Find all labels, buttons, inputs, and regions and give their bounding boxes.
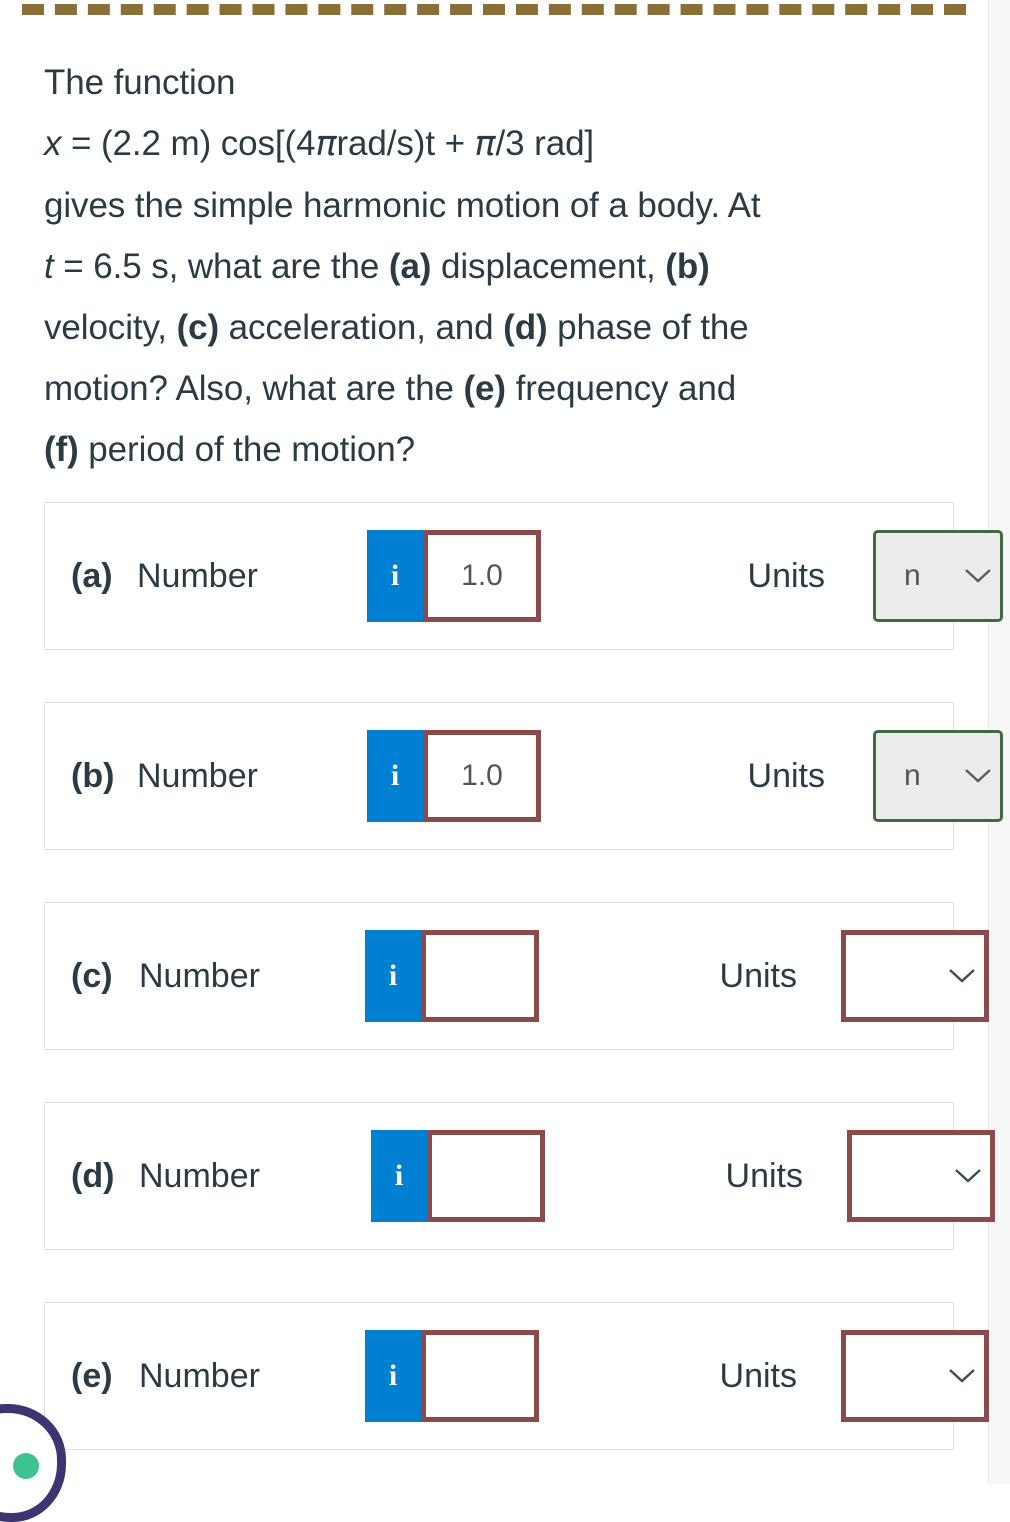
- units-select-b[interactable]: n: [873, 730, 1003, 822]
- answer-row-c: (c) Number i Units: [44, 902, 989, 1050]
- answer-row-a: (a) Number i Units n: [44, 502, 1003, 650]
- prompt-line-2-part-a: = (2.2 m) cos[(4: [61, 124, 316, 163]
- number-input-c[interactable]: [421, 930, 539, 1022]
- label-ref-f: (f): [44, 430, 79, 469]
- prompt-line-6: motion? Also, what are the (e) frequency…: [44, 358, 948, 419]
- label-ref-e: (e): [463, 369, 507, 408]
- number-label-e: Number: [139, 1356, 260, 1395]
- label-ref-b: (b): [665, 247, 710, 286]
- label-ref-a: (a): [388, 247, 432, 286]
- units-select-c[interactable]: [841, 930, 989, 1022]
- var-t: t: [44, 247, 54, 286]
- part-label-b: (b): [71, 756, 115, 795]
- part-label-d: (d): [71, 1156, 115, 1195]
- chevron-down-icon: [940, 967, 984, 985]
- units-label-a: Units: [747, 556, 825, 595]
- info-icon-c[interactable]: i: [365, 930, 421, 1022]
- answer-row-d: (d) Number i Units: [44, 1102, 995, 1250]
- entry-group-a: i: [367, 530, 541, 622]
- part-label-c: (c): [71, 956, 113, 995]
- prompt-line-6-part-a: motion? Also, what are the: [44, 369, 464, 408]
- info-icon-d[interactable]: i: [371, 1130, 427, 1222]
- chevron-down-icon: [946, 1167, 990, 1185]
- info-icon-a[interactable]: i: [367, 530, 423, 622]
- prompt-line-5-part-c: phase of the: [547, 308, 749, 347]
- chevron-down-icon: [940, 1367, 984, 1385]
- prompt-line-4: t = 6.5 s, what are the (a) displacement…: [44, 236, 948, 297]
- entry-group-d: i: [371, 1130, 545, 1222]
- prompt-line-2-part-b: rad/s)t +: [336, 124, 475, 163]
- prompt-line-4-part-a: = 6.5 s, what are the: [53, 247, 389, 286]
- var-x: x: [44, 124, 62, 163]
- answer-row-e: (e) Number i Units: [44, 1302, 989, 1450]
- number-input-b[interactable]: [423, 730, 541, 822]
- pi-symbol-1: π: [315, 124, 337, 164]
- part-label-a: (a): [71, 556, 113, 595]
- prompt-line-6-part-b: frequency and: [505, 369, 737, 408]
- units-select-d[interactable]: [847, 1130, 995, 1222]
- number-input-d[interactable]: [427, 1130, 545, 1222]
- chevron-down-icon: [956, 567, 1000, 585]
- question-prompt: The function x = (2.2 m) cos[(4πrad/s)t …: [44, 52, 948, 480]
- prompt-line-2: x = (2.2 m) cos[(4πrad/s)t + π/3 rad]: [44, 113, 948, 175]
- prompt-line-7-part-a: period of the motion?: [78, 430, 416, 469]
- units-select-a[interactable]: n: [873, 530, 1003, 622]
- units-label-e: Units: [719, 1356, 797, 1395]
- chevron-down-icon: [956, 767, 1000, 785]
- units-select-e[interactable]: [841, 1330, 989, 1422]
- number-input-e[interactable]: [421, 1330, 539, 1422]
- label-ref-d: (d): [503, 308, 548, 347]
- entry-group-e: i: [365, 1330, 539, 1422]
- entry-group-b: i: [367, 730, 541, 822]
- label-ref-c: (c): [176, 308, 220, 347]
- prompt-line-5: velocity, (c) acceleration, and (d) phas…: [44, 297, 948, 358]
- prompt-line-5-part-a: velocity,: [44, 308, 177, 347]
- units-select-value-a: n: [904, 559, 921, 592]
- status-dot-icon: [13, 1453, 39, 1479]
- units-label-c: Units: [719, 956, 797, 995]
- number-label-a: Number: [137, 556, 258, 595]
- number-label-c: Number: [139, 956, 260, 995]
- answer-row-b: (b) Number i Units n: [44, 702, 1003, 850]
- prompt-line-1: The function: [44, 63, 236, 102]
- pi-symbol-2: π: [474, 124, 496, 164]
- prompt-line-3: gives the simple harmonic motion of a bo…: [44, 186, 761, 225]
- question-content: The function x = (2.2 m) cos[(4πrad/s)t …: [0, 0, 1003, 1502]
- units-label-b: Units: [747, 756, 825, 795]
- entry-group-c: i: [365, 930, 539, 1022]
- prompt-line-5-part-b: acceleration, and: [219, 308, 504, 347]
- prompt-line-7: (f) period of the motion?: [44, 419, 948, 480]
- prompt-line-2-part-c: /3 rad]: [495, 124, 595, 163]
- part-label-e: (e): [71, 1356, 113, 1395]
- info-icon-b[interactable]: i: [367, 730, 423, 822]
- info-icon-e[interactable]: i: [365, 1330, 421, 1422]
- units-select-value-b: n: [904, 759, 921, 792]
- number-label-b: Number: [137, 756, 258, 795]
- number-input-a[interactable]: [423, 530, 541, 622]
- units-label-d: Units: [725, 1156, 803, 1195]
- number-label-d: Number: [139, 1156, 260, 1195]
- prompt-line-4-part-b: displacement,: [431, 247, 666, 286]
